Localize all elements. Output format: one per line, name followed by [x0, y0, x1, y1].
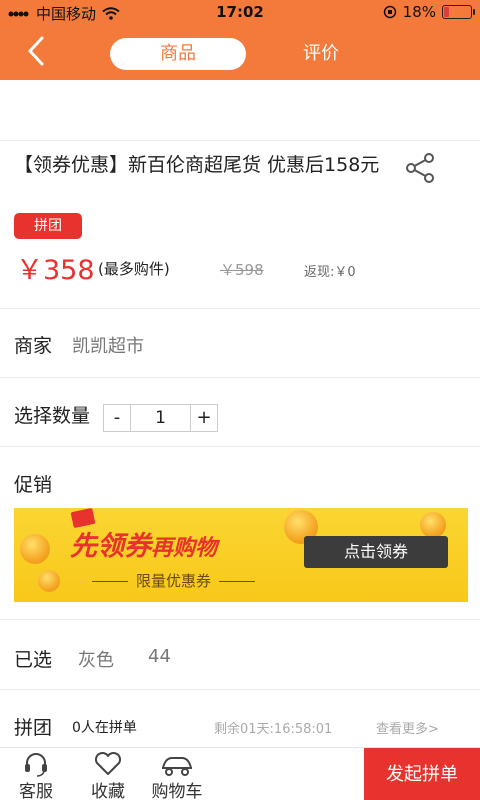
group-buy-badge: 拼团	[14, 213, 82, 239]
coin-icon	[420, 512, 446, 538]
banner-subtitle: 限量优惠券	[84, 570, 263, 591]
banner-headline: 先领券再购物	[70, 524, 217, 563]
divider	[0, 689, 480, 690]
tab-reviews[interactable]: 评价	[278, 38, 364, 70]
favorite-label: 收藏	[91, 782, 125, 800]
coin-icon	[20, 534, 50, 564]
decrement-button[interactable]: -	[104, 405, 130, 431]
product-title: 【领券优惠】新百伦商超尾货 优惠后158元	[14, 154, 380, 176]
original-price: ￥598	[220, 261, 264, 279]
merchant-name[interactable]: 凯凯超市	[72, 332, 144, 358]
tab-product[interactable]: 商品	[110, 38, 246, 70]
quantity-input[interactable]: 1	[130, 405, 191, 431]
increment-button[interactable]: +	[191, 405, 217, 431]
coin-icon	[38, 570, 60, 592]
share-icon	[406, 153, 434, 183]
chevron-left-icon	[28, 36, 44, 66]
battery-percent: 18%	[402, 3, 436, 21]
share-button[interactable]	[402, 150, 438, 186]
rebate-text: 返现:￥0	[304, 265, 356, 280]
favorite-button[interactable]: 收藏	[80, 748, 136, 800]
cart-button[interactable]: 购物车	[144, 748, 210, 800]
quantity-label: 选择数量	[14, 405, 91, 427]
divider	[0, 446, 480, 447]
start-group-buy-button[interactable]: 发起拼单	[364, 748, 480, 800]
customer-service-label: 客服	[19, 782, 53, 800]
header: 商品 评价	[0, 24, 480, 80]
selected-color[interactable]: 灰色	[78, 646, 114, 672]
group-count: 0人在拼单	[72, 720, 137, 736]
orientation-lock-icon	[383, 5, 396, 19]
quantity-stepper: - 1 +	[103, 404, 218, 432]
cart-icon	[162, 757, 192, 776]
bottom-bar: 客服 收藏 购物车 发起拼单	[0, 747, 480, 800]
selected-label: 已选	[14, 649, 53, 671]
price-note: (最多购件)	[98, 260, 170, 278]
cart-label: 购物车	[151, 782, 203, 800]
promotion-label: 促销	[14, 474, 53, 496]
banner-headline-a: 先领券	[70, 531, 151, 562]
selected-size[interactable]: 44	[148, 646, 171, 667]
banner-subtitle-text: 限量优惠券	[136, 572, 212, 590]
headset-icon	[25, 753, 47, 777]
divider	[0, 377, 480, 378]
divider	[0, 140, 480, 141]
divider	[0, 308, 480, 309]
status-right: 18%	[383, 3, 475, 21]
get-coupon-button[interactable]: 点击领券	[304, 536, 448, 568]
coupon-banner[interactable]: 先领券再购物 限量优惠券 点击领券	[14, 508, 468, 602]
battery-icon	[442, 5, 475, 19]
see-more-link[interactable]: 查看更多>	[376, 718, 439, 737]
heart-icon	[94, 751, 122, 775]
status-bar: 中国移动 17:02 18%	[0, 0, 480, 24]
banner-headline-b: 再购物	[151, 536, 218, 561]
customer-service-button[interactable]: 客服	[8, 748, 64, 800]
back-button[interactable]	[22, 32, 52, 70]
merchant-label: 商家	[14, 335, 53, 357]
group-label: 拼团	[14, 717, 53, 739]
current-price: ￥358	[16, 255, 95, 286]
group-countdown: 剩余01天:16:58:01	[214, 722, 333, 737]
divider	[0, 619, 480, 620]
